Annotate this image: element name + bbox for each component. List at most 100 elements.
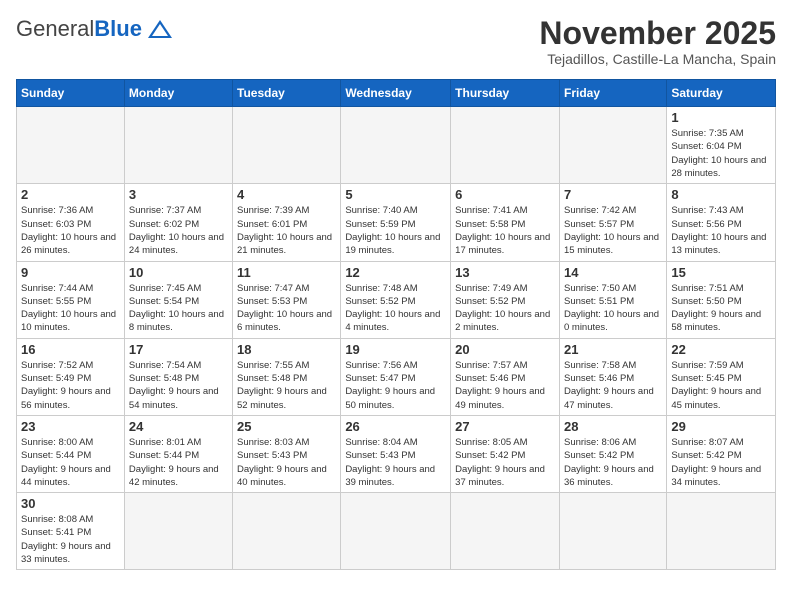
calendar-table: SundayMondayTuesdayWednesdayThursdayFrid… bbox=[16, 79, 776, 570]
day-info: Sunrise: 7:41 AM Sunset: 5:58 PM Dayligh… bbox=[455, 204, 555, 257]
calendar-cell: 2 Sunrise: 7:36 AM Sunset: 6:03 PM Daylig… bbox=[17, 184, 125, 261]
calendar-cell: 18 Sunrise: 7:55 AM Sunset: 5:48 PM Dayli… bbox=[233, 338, 341, 415]
day-number: 18 bbox=[237, 342, 336, 357]
day-number: 13 bbox=[455, 265, 555, 280]
day-number: 17 bbox=[129, 342, 228, 357]
calendar-cell bbox=[124, 493, 232, 570]
day-info: Sunrise: 7:36 AM Sunset: 6:03 PM Dayligh… bbox=[21, 204, 120, 257]
day-number: 5 bbox=[345, 187, 446, 202]
calendar-row-1: 1 Sunrise: 7:35 AM Sunset: 6:04 PM Daylig… bbox=[17, 107, 776, 184]
calendar-cell: 23 Sunrise: 8:00 AM Sunset: 5:44 PM Dayli… bbox=[17, 415, 125, 492]
calendar-row-3: 9 Sunrise: 7:44 AM Sunset: 5:55 PM Daylig… bbox=[17, 261, 776, 338]
day-info: Sunrise: 7:45 AM Sunset: 5:54 PM Dayligh… bbox=[129, 282, 228, 335]
calendar-cell: 12Sunrise: 7:48 AM Sunset: 5:52 PM Dayli… bbox=[341, 261, 451, 338]
day-number: 21 bbox=[564, 342, 662, 357]
day-number: 7 bbox=[564, 187, 662, 202]
calendar-cell: 13 Sunrise: 7:49 AM Sunset: 5:52 PM Dayli… bbox=[451, 261, 560, 338]
day-info: Sunrise: 7:47 AM Sunset: 5:53 PM Dayligh… bbox=[237, 282, 336, 335]
calendar-cell bbox=[124, 107, 232, 184]
day-info: Sunrise: 7:49 AM Sunset: 5:52 PM Dayligh… bbox=[455, 282, 555, 335]
day-number: 16 bbox=[21, 342, 120, 357]
calendar-cell: 16 Sunrise: 7:52 AM Sunset: 5:49 PM Dayli… bbox=[17, 338, 125, 415]
calendar-cell bbox=[233, 107, 341, 184]
calendar-cell bbox=[17, 107, 125, 184]
day-info: Sunrise: 7:52 AM Sunset: 5:49 PM Dayligh… bbox=[21, 359, 120, 412]
day-info: Sunrise: 7:37 AM Sunset: 6:02 PM Dayligh… bbox=[129, 204, 228, 257]
location-title: Tejadillos, Castille-La Mancha, Spain bbox=[539, 51, 776, 67]
day-info: Sunrise: 7:42 AM Sunset: 5:57 PM Dayligh… bbox=[564, 204, 662, 257]
calendar-cell: 10 Sunrise: 7:45 AM Sunset: 5:54 PM Dayli… bbox=[124, 261, 232, 338]
calendar-row-5: 23 Sunrise: 8:00 AM Sunset: 5:44 PM Dayli… bbox=[17, 415, 776, 492]
day-info: Sunrise: 7:59 AM Sunset: 5:45 PM Dayligh… bbox=[671, 359, 771, 412]
day-info: Sunrise: 8:03 AM Sunset: 5:43 PM Dayligh… bbox=[237, 436, 336, 489]
calendar-cell: 24Sunrise: 8:01 AM Sunset: 5:44 PM Dayli… bbox=[124, 415, 232, 492]
day-info: Sunrise: 7:58 AM Sunset: 5:46 PM Dayligh… bbox=[564, 359, 662, 412]
day-number: 26 bbox=[345, 419, 446, 434]
calendar-cell: 30 Sunrise: 8:08 AM Sunset: 5:41 PM Dayli… bbox=[17, 493, 125, 570]
day-info: Sunrise: 7:57 AM Sunset: 5:46 PM Dayligh… bbox=[455, 359, 555, 412]
day-number: 24 bbox=[129, 419, 228, 434]
day-info: Sunrise: 7:44 AM Sunset: 5:55 PM Dayligh… bbox=[21, 282, 120, 335]
day-info: Sunrise: 7:56 AM Sunset: 5:47 PM Dayligh… bbox=[345, 359, 446, 412]
day-number: 22 bbox=[671, 342, 771, 357]
calendar-cell bbox=[451, 107, 560, 184]
day-number: 2 bbox=[21, 187, 120, 202]
weekday-header-monday: Monday bbox=[124, 80, 232, 107]
calendar-cell: 27 Sunrise: 8:05 AM Sunset: 5:42 PM Dayli… bbox=[451, 415, 560, 492]
day-number: 8 bbox=[671, 187, 771, 202]
calendar-cell: 4Sunrise: 7:39 AM Sunset: 6:01 PM Daylig… bbox=[233, 184, 341, 261]
calendar-cell: 26 Sunrise: 8:04 AM Sunset: 5:43 PM Dayli… bbox=[341, 415, 451, 492]
calendar-cell: 8Sunrise: 7:43 AM Sunset: 5:56 PM Daylig… bbox=[667, 184, 776, 261]
calendar-cell: 9 Sunrise: 7:44 AM Sunset: 5:55 PM Daylig… bbox=[17, 261, 125, 338]
calendar-cell: 15Sunrise: 7:51 AM Sunset: 5:50 PM Dayli… bbox=[667, 261, 776, 338]
day-info: Sunrise: 7:39 AM Sunset: 6:01 PM Dayligh… bbox=[237, 204, 336, 257]
day-info: Sunrise: 7:54 AM Sunset: 5:48 PM Dayligh… bbox=[129, 359, 228, 412]
calendar-cell: 28Sunrise: 8:06 AM Sunset: 5:42 PM Dayli… bbox=[559, 415, 666, 492]
day-number: 10 bbox=[129, 265, 228, 280]
calendar-cell bbox=[559, 107, 666, 184]
calendar-cell: 22 Sunrise: 7:59 AM Sunset: 5:45 PM Dayli… bbox=[667, 338, 776, 415]
day-number: 20 bbox=[455, 342, 555, 357]
day-number: 9 bbox=[21, 265, 120, 280]
weekday-header-thursday: Thursday bbox=[451, 80, 560, 107]
calendar-cell bbox=[341, 107, 451, 184]
logo-blue-text: Blue bbox=[94, 16, 142, 42]
weekday-header-saturday: Saturday bbox=[667, 80, 776, 107]
calendar-cell: 17 Sunrise: 7:54 AM Sunset: 5:48 PM Dayli… bbox=[124, 338, 232, 415]
calendar-cell: 20 Sunrise: 7:57 AM Sunset: 5:46 PM Dayli… bbox=[451, 338, 560, 415]
day-info: Sunrise: 7:50 AM Sunset: 5:51 PM Dayligh… bbox=[564, 282, 662, 335]
month-title: November 2025 bbox=[539, 16, 776, 51]
calendar-cell: 3Sunrise: 7:37 AM Sunset: 6:02 PM Daylig… bbox=[124, 184, 232, 261]
title-block: November 2025 Tejadillos, Castille-La Ma… bbox=[539, 16, 776, 67]
day-number: 15 bbox=[671, 265, 771, 280]
weekday-header-sunday: Sunday bbox=[17, 80, 125, 107]
calendar-cell bbox=[451, 493, 560, 570]
day-number: 30 bbox=[21, 496, 120, 511]
day-info: Sunrise: 7:55 AM Sunset: 5:48 PM Dayligh… bbox=[237, 359, 336, 412]
day-info: Sunrise: 7:35 AM Sunset: 6:04 PM Dayligh… bbox=[671, 127, 771, 180]
day-info: Sunrise: 8:05 AM Sunset: 5:42 PM Dayligh… bbox=[455, 436, 555, 489]
calendar-cell bbox=[233, 493, 341, 570]
calendar-cell: 1 Sunrise: 7:35 AM Sunset: 6:04 PM Daylig… bbox=[667, 107, 776, 184]
calendar-cell: 11Sunrise: 7:47 AM Sunset: 5:53 PM Dayli… bbox=[233, 261, 341, 338]
calendar-cell: 5Sunrise: 7:40 AM Sunset: 5:59 PM Daylig… bbox=[341, 184, 451, 261]
calendar-cell: 19 Sunrise: 7:56 AM Sunset: 5:47 PM Dayli… bbox=[341, 338, 451, 415]
day-number: 19 bbox=[345, 342, 446, 357]
calendar-cell bbox=[559, 493, 666, 570]
weekday-header-row: SundayMondayTuesdayWednesdayThursdayFrid… bbox=[17, 80, 776, 107]
calendar-cell: 7 Sunrise: 7:42 AM Sunset: 5:57 PM Daylig… bbox=[559, 184, 666, 261]
day-info: Sunrise: 8:04 AM Sunset: 5:43 PM Dayligh… bbox=[345, 436, 446, 489]
day-number: 23 bbox=[21, 419, 120, 434]
day-number: 1 bbox=[671, 110, 771, 125]
day-info: Sunrise: 8:08 AM Sunset: 5:41 PM Dayligh… bbox=[21, 513, 120, 566]
calendar-cell: 25Sunrise: 8:03 AM Sunset: 5:43 PM Dayli… bbox=[233, 415, 341, 492]
day-info: Sunrise: 8:00 AM Sunset: 5:44 PM Dayligh… bbox=[21, 436, 120, 489]
calendar-cell: 6Sunrise: 7:41 AM Sunset: 5:58 PM Daylig… bbox=[451, 184, 560, 261]
day-number: 27 bbox=[455, 419, 555, 434]
weekday-header-wednesday: Wednesday bbox=[341, 80, 451, 107]
day-info: Sunrise: 7:48 AM Sunset: 5:52 PM Dayligh… bbox=[345, 282, 446, 335]
calendar-cell bbox=[667, 493, 776, 570]
day-number: 29 bbox=[671, 419, 771, 434]
calendar-cell: 21 Sunrise: 7:58 AM Sunset: 5:46 PM Dayli… bbox=[559, 338, 666, 415]
calendar-cell: 29Sunrise: 8:07 AM Sunset: 5:42 PM Dayli… bbox=[667, 415, 776, 492]
